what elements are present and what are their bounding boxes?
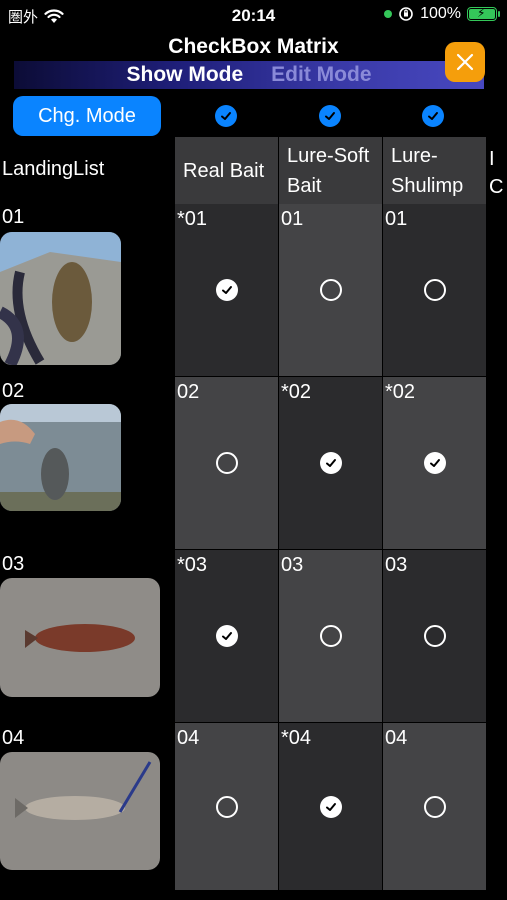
matrix-cell[interactable]: 04 — [383, 723, 486, 890]
fish-photo-thumbnail[interactable] — [0, 578, 160, 697]
checkbox-empty-icon[interactable] — [423, 625, 446, 647]
orientation-lock-icon — [399, 7, 413, 21]
cell-label: 01 — [281, 208, 304, 230]
row-number: 03 — [2, 553, 25, 575]
column-select-check-2[interactable] — [319, 105, 341, 127]
column-header-lure-soft-bait[interactable]: Lure-Soft Bait — [279, 137, 382, 204]
matrix-cell[interactable]: *01 — [175, 204, 278, 376]
column-header-line1: Lure-Soft — [287, 144, 370, 167]
column-header-line2: C — [489, 176, 504, 197]
status-right: 100% ⚡ — [384, 5, 500, 23]
landing-list-header: LandingList — [2, 158, 105, 180]
change-mode-button[interactable]: Chg. Mode — [13, 96, 161, 136]
cell-label: 02 — [177, 381, 200, 403]
checkbox-empty-icon[interactable] — [423, 795, 446, 818]
checkbox-checked-icon[interactable] — [319, 795, 342, 818]
column-header-line1: Lure- — [391, 144, 438, 167]
cell-label: 03 — [281, 554, 304, 576]
matrix-cell[interactable]: 02 — [175, 377, 278, 549]
column-header-line2: Shulimp — [391, 174, 464, 197]
cell-label: 01 — [385, 208, 408, 230]
checkbox-checked-icon[interactable] — [215, 625, 238, 647]
cell-label: 04 — [177, 727, 200, 749]
page-title: CheckBox Matrix — [168, 35, 339, 58]
close-button[interactable] — [445, 42, 485, 82]
checkmark-icon — [428, 112, 438, 120]
matrix-cell[interactable]: 03 — [383, 550, 486, 722]
cell-label: *04 — [281, 727, 312, 749]
column-header-partial: I C — [489, 145, 507, 197]
column-header-line2: Bait — [287, 174, 322, 197]
checkmark-icon — [325, 112, 335, 120]
matrix-cell[interactable]: *02 — [279, 377, 382, 549]
cell-label: *01 — [177, 208, 208, 230]
mode-segmented-control: Show Mode Edit Mode — [14, 61, 484, 89]
matrix-cell[interactable]: *02 — [383, 377, 486, 549]
matrix-cell[interactable]: 01 — [383, 204, 486, 376]
column-header-line1: I — [489, 148, 495, 170]
checkbox-empty-icon[interactable] — [319, 625, 342, 647]
row-number: 01 — [2, 206, 25, 228]
column-header-lure-shulimp[interactable]: Lure- Shulimp — [383, 137, 486, 204]
battery-icon: ⚡ — [467, 6, 500, 21]
close-icon — [456, 53, 474, 71]
column-select-check-1[interactable] — [215, 105, 237, 127]
show-mode-tab[interactable]: Show Mode — [127, 63, 244, 87]
fish-photo-thumbnail[interactable] — [0, 752, 160, 870]
privacy-dot-icon — [384, 10, 393, 18]
fish-photo-thumbnail[interactable] — [0, 232, 121, 365]
edit-mode-tab[interactable]: Edit Mode — [271, 63, 371, 87]
checkbox-empty-icon[interactable] — [319, 279, 342, 301]
matrix-cell[interactable]: *03 — [175, 550, 278, 722]
row-number: 02 — [2, 380, 25, 402]
fish-photo-thumbnail[interactable] — [0, 404, 121, 511]
cell-label: 03 — [385, 554, 408, 576]
column-select-check-3[interactable] — [422, 105, 444, 127]
column-header-real-bait[interactable]: Real Bait — [175, 137, 278, 204]
checkmark-icon — [221, 112, 231, 120]
battery-percent: 100% — [420, 5, 461, 22]
matrix-cell[interactable]: 04 — [175, 723, 278, 890]
cell-label: *03 — [177, 554, 208, 576]
row-number: 04 — [2, 727, 25, 749]
checkbox-checked-icon[interactable] — [319, 452, 342, 474]
checkbox-empty-icon[interactable] — [423, 279, 446, 301]
checkbox-checked-icon[interactable] — [215, 279, 238, 301]
checkbox-checked-icon[interactable] — [423, 452, 446, 474]
cell-label: 04 — [385, 727, 408, 749]
checkbox-empty-icon[interactable] — [215, 795, 238, 818]
cell-label: *02 — [281, 381, 312, 403]
matrix-cell[interactable]: 01 — [279, 204, 382, 376]
column-header-line1: Real Bait — [183, 159, 265, 182]
checkbox-empty-icon[interactable] — [215, 452, 238, 474]
matrix-cell[interactable]: *04 — [279, 723, 382, 890]
matrix-cell[interactable]: 03 — [279, 550, 382, 722]
cell-label: *02 — [385, 381, 416, 403]
